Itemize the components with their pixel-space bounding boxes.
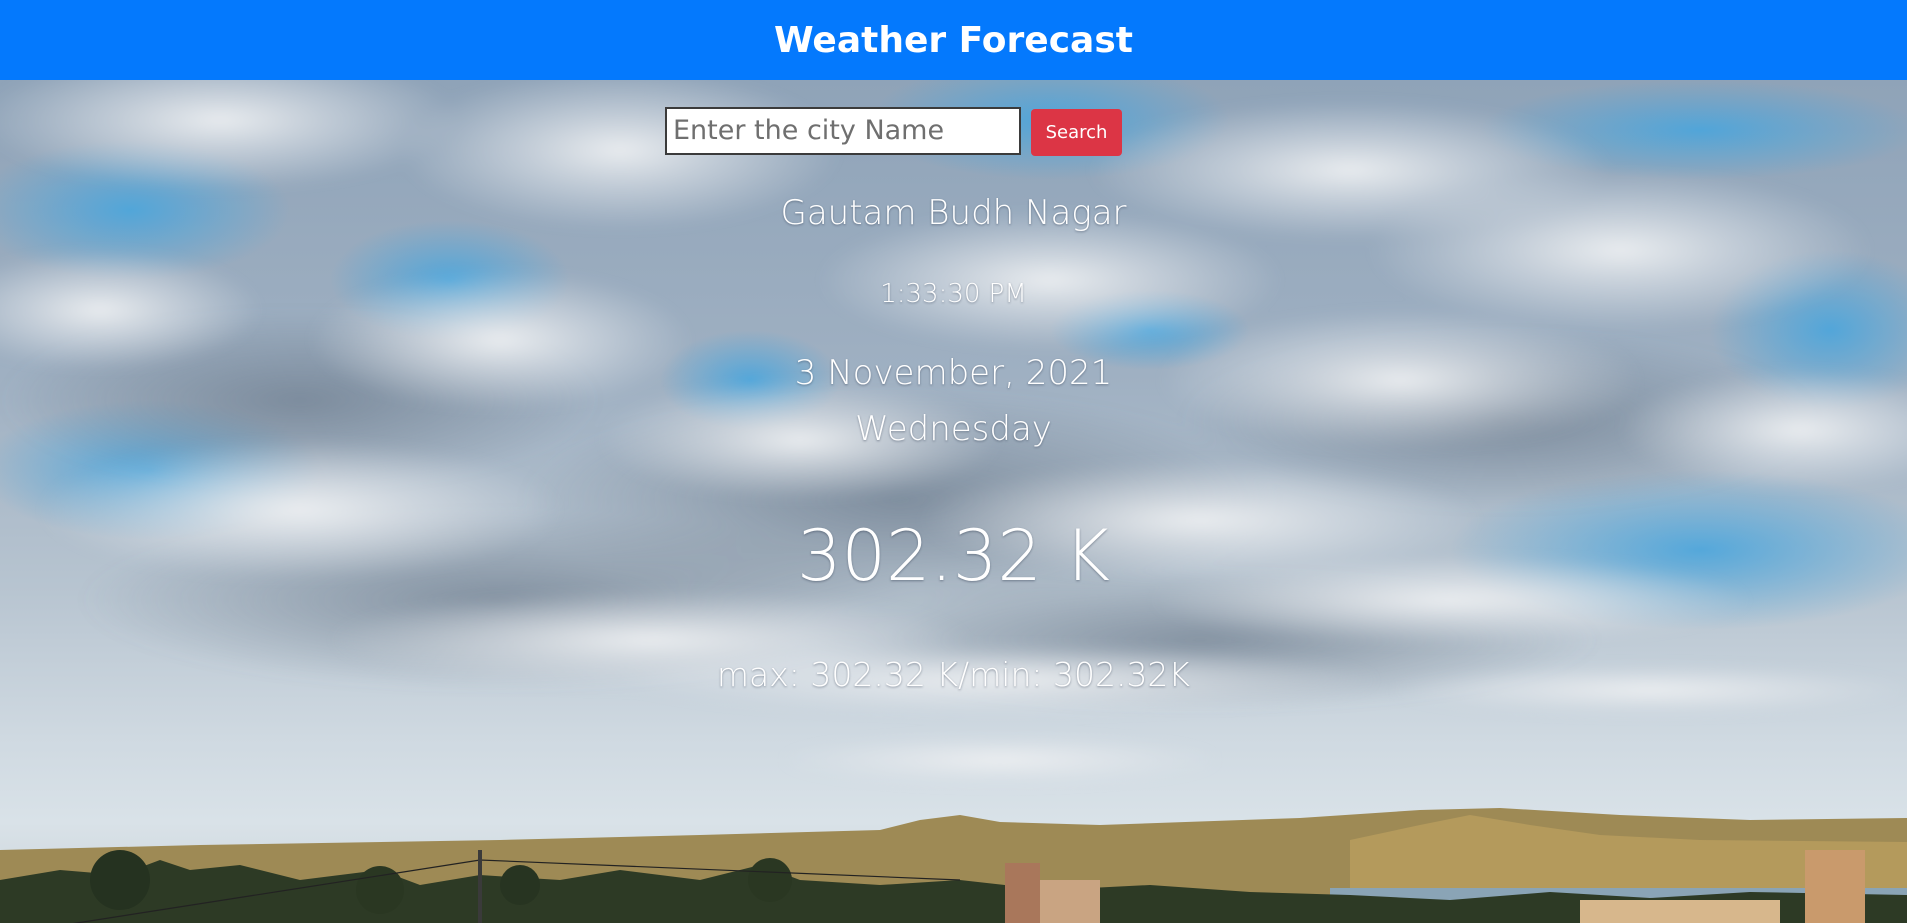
city-name: Gautam Budh Nagar	[780, 193, 1127, 233]
app-header: Weather Forecast	[0, 0, 1907, 80]
current-date: 3 November, 2021	[794, 353, 1113, 393]
search-form: Search	[665, 105, 1122, 156]
temperature-min-max: max: 302.32 K/min: 302.32K	[716, 655, 1191, 694]
temperature: 302.32 K	[796, 515, 1111, 597]
page-title: Weather Forecast	[774, 19, 1133, 61]
weather-page: Weather Forecast Enter the city Name Sea…	[0, 0, 1907, 923]
current-time: 1:33:30 PM	[880, 279, 1027, 309]
weather-content: Search Gautam Budh Nagar 1:33:30 PM 3 No…	[0, 80, 1907, 923]
city-search-input[interactable]	[665, 106, 1021, 155]
search-button[interactable]: Search	[1031, 109, 1122, 156]
current-day: Wednesday	[855, 409, 1052, 449]
